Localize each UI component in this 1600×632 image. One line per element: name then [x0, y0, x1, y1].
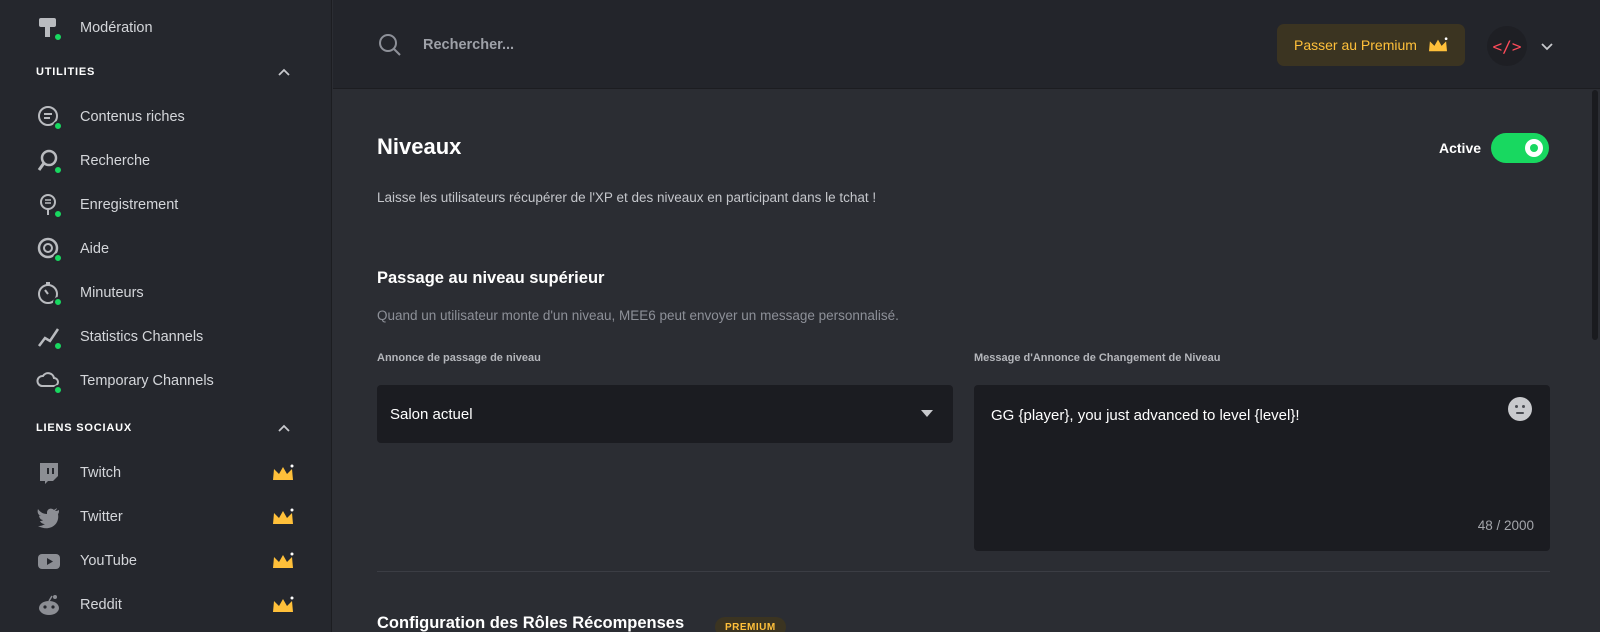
top-bar: Passer au Premium </>	[333, 0, 1600, 89]
divider	[377, 571, 1550, 572]
levelup-description: Quand un utilisateur monte d'un niveau, …	[377, 308, 899, 323]
cloud-icon	[36, 368, 63, 395]
plugin-active-toggle[interactable]	[1491, 133, 1549, 163]
sidebar: Modération UTILITIES Contenus riches Rec…	[0, 0, 332, 632]
page-title: Niveaux	[377, 134, 462, 159]
scrollbar[interactable]	[1592, 90, 1598, 340]
main-content: Niveaux Active Laisse les utilisateurs r…	[333, 90, 1600, 632]
search-input[interactable]	[423, 30, 923, 60]
sidebar-item-label: Modération	[80, 20, 153, 36]
chevron-down-icon[interactable]	[1539, 38, 1555, 54]
caret-down-icon	[921, 410, 933, 417]
section-title-utilities: UTILITIES	[36, 66, 96, 78]
announce-channel-select[interactable]: Salon actuel	[377, 385, 953, 443]
reddit-icon	[36, 592, 62, 618]
announce-channel-value: Salon actuel	[390, 405, 473, 423]
levelup-heading: Passage au niveau supérieur	[377, 269, 605, 287]
sidebar-item-help[interactable]: Aide	[0, 227, 330, 271]
sidebar-item-youtube[interactable]: YouTube	[0, 539, 330, 583]
sidebar-item-label: Twitch	[80, 465, 122, 481]
section-title-social-links: LIENS SOCIAUX	[36, 422, 132, 434]
crown-icon	[1427, 36, 1449, 54]
message-label: Message d'Annonce de Changement de Nivea…	[974, 352, 1221, 364]
sidebar-item-twitch[interactable]: Twitch	[0, 451, 330, 495]
sidebar-item-reddit[interactable]: Reddit	[0, 583, 330, 627]
sidebar-item-label: Statistics Channels	[80, 329, 204, 345]
sidebar-item-record[interactable]: Enregistrement	[0, 183, 330, 227]
crown-icon	[271, 595, 295, 615]
roles-heading: Configuration des Rôles Récompenses	[377, 614, 685, 632]
crown-icon	[271, 551, 295, 571]
help-icon	[36, 236, 63, 263]
sidebar-item-label: Twitter	[80, 509, 123, 525]
sidebar-item-rich-content[interactable]: Contenus riches	[0, 95, 330, 139]
sidebar-item-label: Aide	[80, 241, 110, 257]
sidebar-item-label: Contenus riches	[80, 109, 185, 125]
magnifier-icon	[36, 148, 63, 175]
announce-label: Annonce de passage de niveau	[377, 352, 541, 364]
record-icon	[36, 192, 63, 219]
upgrade-premium-button[interactable]: Passer au Premium	[1277, 24, 1465, 66]
sidebar-item-temporary-channels[interactable]: Temporary Channels	[0, 359, 330, 403]
emoji-icon[interactable]	[1508, 397, 1532, 421]
search-icon[interactable]	[377, 32, 403, 58]
sidebar-item-label: YouTube	[80, 553, 137, 569]
sidebar-item-twitter[interactable]: Twitter	[0, 495, 330, 539]
toggle-label: Active	[1439, 140, 1482, 156]
upgrade-premium-label: Passer au Premium	[1294, 37, 1417, 53]
timer-icon	[36, 280, 63, 307]
sidebar-item-label: Recherche	[80, 153, 151, 169]
char-count: 48 / 2000	[1477, 518, 1534, 533]
chevron-up-icon[interactable]	[276, 64, 292, 80]
moderation-icon	[36, 15, 63, 42]
premium-badge: PREMIUM	[715, 617, 786, 632]
sidebar-item-label: Temporary Channels	[80, 373, 214, 389]
sidebar-item-statistics-channels[interactable]: Statistics Channels	[0, 315, 330, 359]
crown-icon	[271, 507, 295, 527]
sidebar-item-timers[interactable]: Minuteurs	[0, 271, 330, 315]
rich-content-icon	[36, 104, 63, 131]
twitter-icon	[36, 504, 62, 530]
avatar-glyph: </>	[1492, 36, 1522, 56]
sidebar-item-label: Minuteurs	[80, 285, 144, 301]
sidebar-item-search[interactable]: Recherche	[0, 139, 330, 183]
sidebar-item-moderation[interactable]: Modération	[0, 6, 330, 50]
twitch-icon	[36, 460, 62, 486]
stats-icon	[36, 324, 63, 351]
page-description: Laisse les utilisateurs récupérer de l'X…	[377, 190, 877, 205]
youtube-icon	[36, 548, 62, 574]
sidebar-item-label: Reddit	[80, 597, 122, 613]
chevron-up-icon[interactable]	[276, 420, 292, 436]
sidebar-item-label: Enregistrement	[80, 197, 179, 213]
levelup-message-text: GG {player}, you just advanced to level …	[991, 407, 1300, 424]
levelup-message-textarea[interactable]: GG {player}, you just advanced to level …	[974, 385, 1550, 551]
crown-icon	[271, 463, 295, 483]
avatar[interactable]: </>	[1487, 26, 1527, 66]
